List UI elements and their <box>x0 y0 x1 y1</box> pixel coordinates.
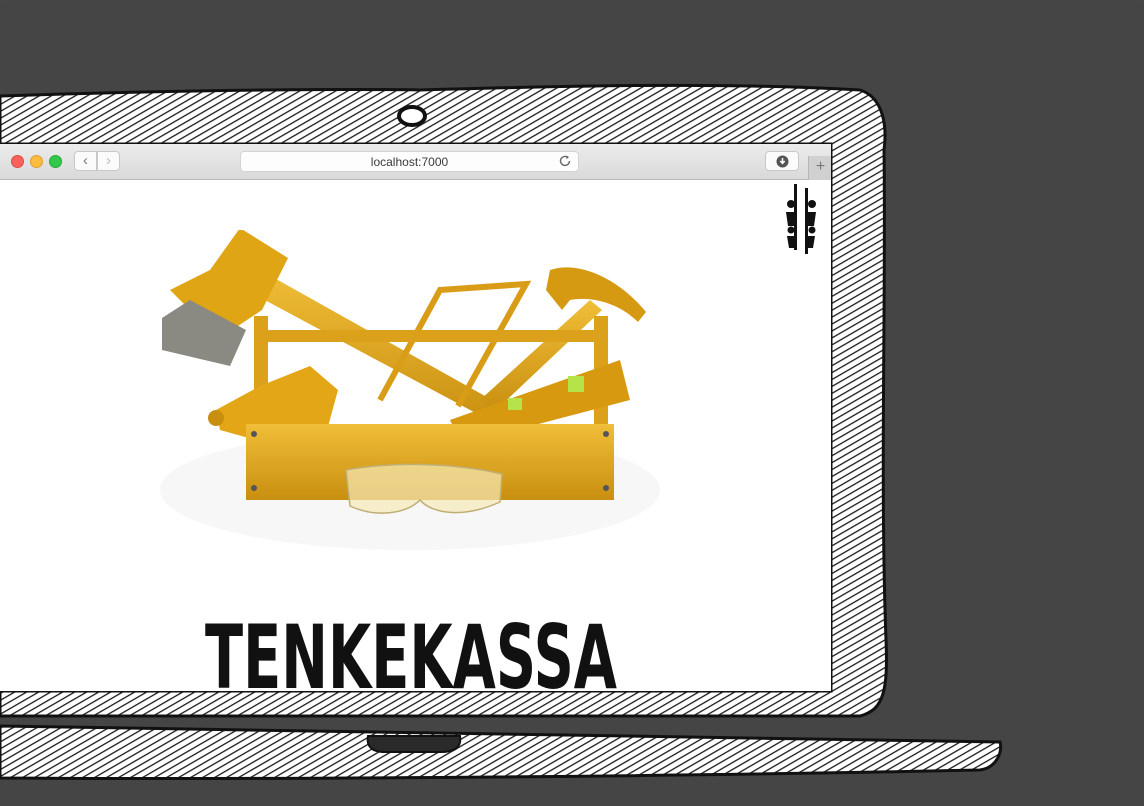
forward-button[interactable]: › <box>97 151 120 171</box>
address-text: localhost:7000 <box>370 155 449 169</box>
yellow-toolbox-image <box>160 230 660 550</box>
maximize-window-button[interactable] <box>49 155 62 168</box>
new-tab-button[interactable]: + <box>808 156 831 180</box>
tenkekassa-wordmark: TENKEKASSA <box>205 606 617 691</box>
download-icon <box>776 155 789 168</box>
wordmark-text: TENKEKASSA <box>205 606 617 691</box>
reload-icon[interactable] <box>558 154 572 168</box>
browser-toolbar: ‹ › localhost:7000 + <box>0 144 831 180</box>
browser-window: ‹ › localhost:7000 + TENKEKASSA <box>0 144 831 691</box>
page-content: TENKEKASSA <box>0 180 831 691</box>
back-button[interactable]: ‹ <box>74 151 97 171</box>
brand-figures-icon <box>786 184 816 254</box>
address-bar[interactable]: localhost:7000 <box>240 151 579 172</box>
downloads-button[interactable] <box>765 151 799 171</box>
minimize-window-button[interactable] <box>30 155 43 168</box>
close-window-button[interactable] <box>11 155 24 168</box>
device-mockup-stage: ‹ › localhost:7000 + TENKEKASSA <box>0 0 1144 806</box>
